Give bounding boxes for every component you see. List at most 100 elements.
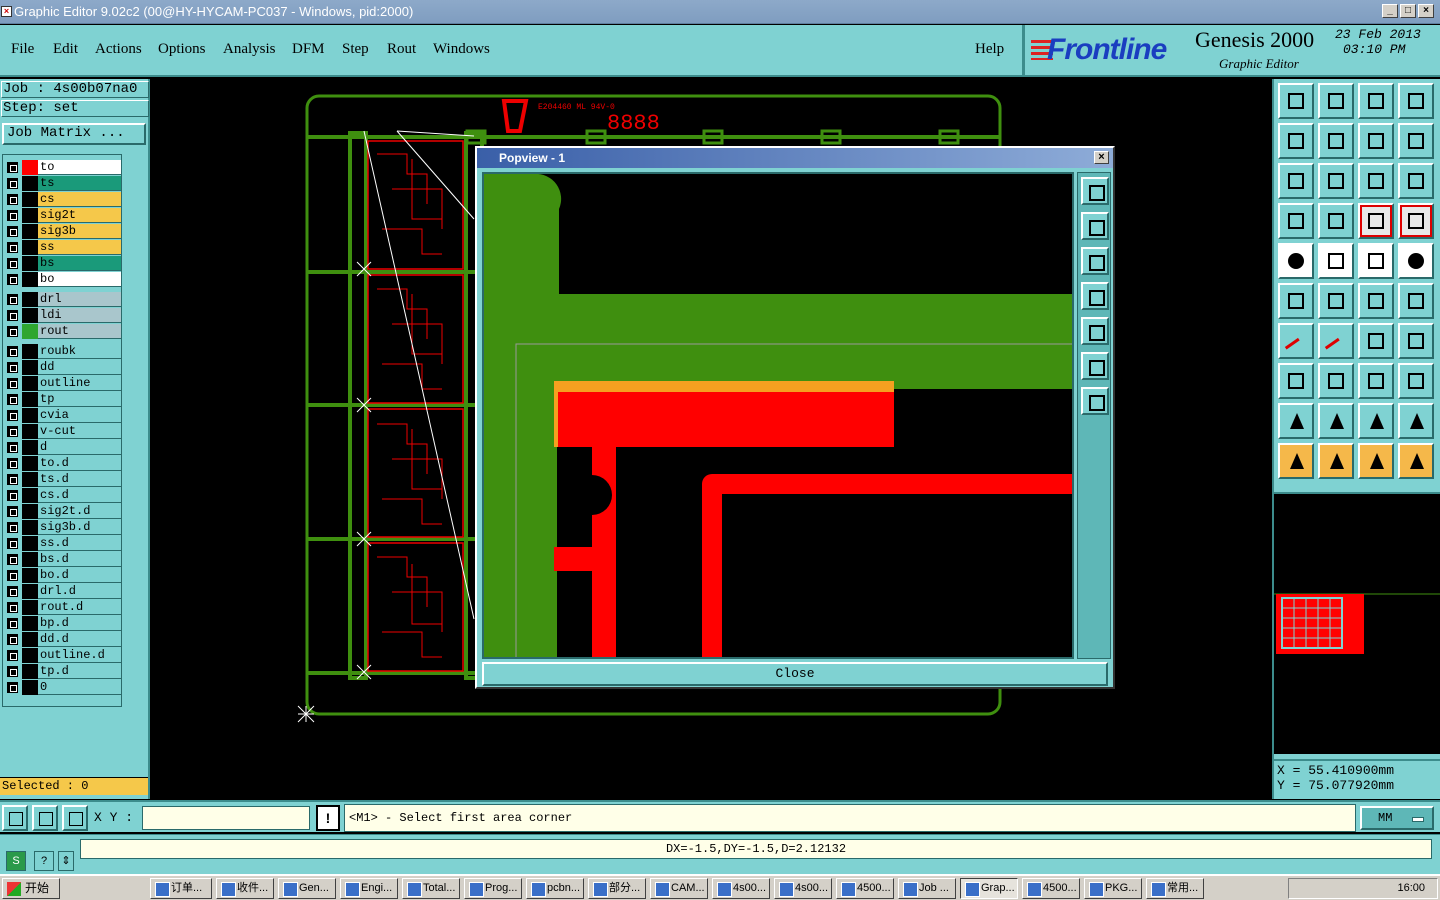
- layer-name[interactable]: to: [38, 160, 121, 175]
- overview-preview[interactable]: [1274, 492, 1440, 754]
- minimize-button[interactable]: _: [1382, 4, 1398, 18]
- layer-name[interactable]: cs: [38, 192, 121, 207]
- layer-row[interactable]: tp: [5, 392, 121, 407]
- layer-name[interactable]: ts.d: [38, 472, 121, 487]
- layer-checkbox[interactable]: [7, 634, 18, 645]
- menu-dfm[interactable]: DFM: [292, 41, 325, 58]
- net-select-icon[interactable]: [1278, 283, 1314, 319]
- triangle-add-icon[interactable]: [1278, 403, 1314, 439]
- taskbar-item[interactable]: PKG...: [1084, 878, 1142, 899]
- taskbar-item[interactable]: Engi...: [340, 878, 398, 899]
- message-alert-icon[interactable]: !: [316, 805, 340, 831]
- layer-name[interactable]: outline.d: [38, 648, 121, 663]
- key-icon[interactable]: [1318, 203, 1354, 239]
- popview-zoom-fit-button[interactable]: [1081, 177, 1109, 205]
- layer-name[interactable]: sig2t: [38, 208, 121, 223]
- layer-row[interactable]: to.d: [5, 456, 121, 471]
- layer-checkbox[interactable]: [7, 326, 18, 337]
- mirror-icon[interactable]: [1358, 123, 1394, 159]
- select-box-icon[interactable]: [1318, 443, 1354, 479]
- layer-row[interactable]: sig3b.d: [5, 520, 121, 535]
- layer-row[interactable]: bs.d: [5, 552, 121, 567]
- layer-name[interactable]: cs.d: [38, 488, 121, 503]
- layer-name[interactable]: 0: [38, 680, 121, 695]
- xy-input[interactable]: [142, 806, 310, 830]
- menu-rout[interactable]: Rout: [387, 41, 416, 58]
- layer-checkbox[interactable]: [7, 162, 18, 173]
- zoom-window-icon[interactable]: [1318, 83, 1354, 119]
- angle-line-icon[interactable]: [1278, 323, 1314, 361]
- layer-checkbox[interactable]: [7, 410, 18, 421]
- pan-left-icon[interactable]: [1278, 123, 1314, 159]
- snap-select-icon[interactable]: [1358, 203, 1394, 239]
- select-arrow-icon[interactable]: [1278, 443, 1314, 479]
- taskbar-item[interactable]: Prog...: [464, 878, 522, 899]
- menu-step[interactable]: Step: [342, 41, 369, 58]
- layer-row[interactable]: d: [5, 440, 121, 455]
- layer-checkbox[interactable]: [7, 346, 18, 357]
- move-feature-icon[interactable]: [1278, 363, 1314, 399]
- popview-pan-down-button[interactable]: [1081, 247, 1109, 275]
- layer-checkbox[interactable]: [7, 506, 18, 517]
- layer-name[interactable]: bs: [38, 256, 121, 271]
- taskbar-item[interactable]: Grap...: [960, 878, 1018, 899]
- zoom-house-icon[interactable]: [1358, 83, 1394, 119]
- taskbar-item[interactable]: Gen...: [278, 878, 336, 899]
- layer-row[interactable]: ts.d: [5, 472, 121, 487]
- layer-row[interactable]: cvia: [5, 408, 121, 423]
- taskbar-item[interactable]: CAM...: [650, 878, 708, 899]
- taskbar-item[interactable]: pcbn...: [526, 878, 584, 899]
- layer-checkbox[interactable]: [7, 242, 18, 253]
- menu-actions[interactable]: Actions: [95, 41, 142, 58]
- snap-mode-icon[interactable]: [2, 805, 28, 831]
- close-window-button[interactable]: ×: [1418, 4, 1434, 18]
- select-path-icon[interactable]: [1398, 443, 1434, 479]
- layer-name[interactable]: sig3b: [38, 224, 121, 239]
- layer-name[interactable]: bo.d: [38, 568, 121, 583]
- layer-row[interactable]: cs.d: [5, 488, 121, 503]
- redraw-icon[interactable]: [1398, 123, 1434, 159]
- layer-name[interactable]: bs.d: [38, 552, 121, 567]
- measure-tool-icon[interactable]: [1278, 203, 1314, 239]
- menu-analysis[interactable]: Analysis: [223, 41, 276, 58]
- taskbar-item[interactable]: 4500...: [1022, 878, 1080, 899]
- query-help-icon[interactable]: [1398, 163, 1434, 199]
- layer-row[interactable]: sig2t.d: [5, 504, 121, 519]
- layer-row[interactable]: bo.d: [5, 568, 121, 583]
- layer-checkbox[interactable]: [7, 490, 18, 501]
- layer-name[interactable]: d: [38, 440, 121, 455]
- layer-name[interactable]: sig3b.d: [38, 520, 121, 535]
- layer-name[interactable]: dd: [38, 360, 121, 375]
- popview-title-bar[interactable]: Popview - 1 ×: [477, 148, 1113, 168]
- popview-pan-right-button[interactable]: [1081, 317, 1109, 345]
- layer-name[interactable]: tp.d: [38, 664, 121, 679]
- layer-name[interactable]: ss: [38, 240, 121, 255]
- layer-row[interactable]: rout: [5, 324, 121, 339]
- layer-checkbox[interactable]: [7, 194, 18, 205]
- layer-checkbox[interactable]: [7, 226, 18, 237]
- pan-right-icon[interactable]: [1318, 123, 1354, 159]
- menu-windows[interactable]: Windows: [433, 41, 490, 58]
- layer-row[interactable]: sig2t: [5, 208, 121, 223]
- layer-checkbox[interactable]: [7, 650, 18, 661]
- layer-checkbox[interactable]: [7, 310, 18, 321]
- popview-close-button[interactable]: Close: [482, 662, 1108, 686]
- angle-mode-icon[interactable]: [32, 805, 58, 831]
- layer-checkbox[interactable]: [7, 458, 18, 469]
- layer-checkbox[interactable]: [7, 474, 18, 485]
- layer-name[interactable]: roubk: [38, 344, 121, 359]
- layer-name[interactable]: ss.d: [38, 536, 121, 551]
- layer-checkbox[interactable]: [7, 522, 18, 533]
- layer-row[interactable]: cs: [5, 192, 121, 207]
- layer-checkbox[interactable]: [7, 618, 18, 629]
- layer-checkbox[interactable]: [7, 294, 18, 305]
- layer-row[interactable]: rout.d: [5, 600, 121, 615]
- triangle-b-icon[interactable]: [1398, 403, 1434, 439]
- popview-zoom-view[interactable]: [482, 172, 1074, 659]
- layer-checkbox[interactable]: [7, 210, 18, 221]
- pad-add-icon[interactable]: [1278, 243, 1314, 279]
- connect-points-icon[interactable]: [1358, 283, 1394, 319]
- grid-mode-icon[interactable]: [62, 805, 88, 831]
- zoom-ratio-icon[interactable]: [1358, 163, 1394, 199]
- layer-row[interactable]: 0: [5, 680, 121, 695]
